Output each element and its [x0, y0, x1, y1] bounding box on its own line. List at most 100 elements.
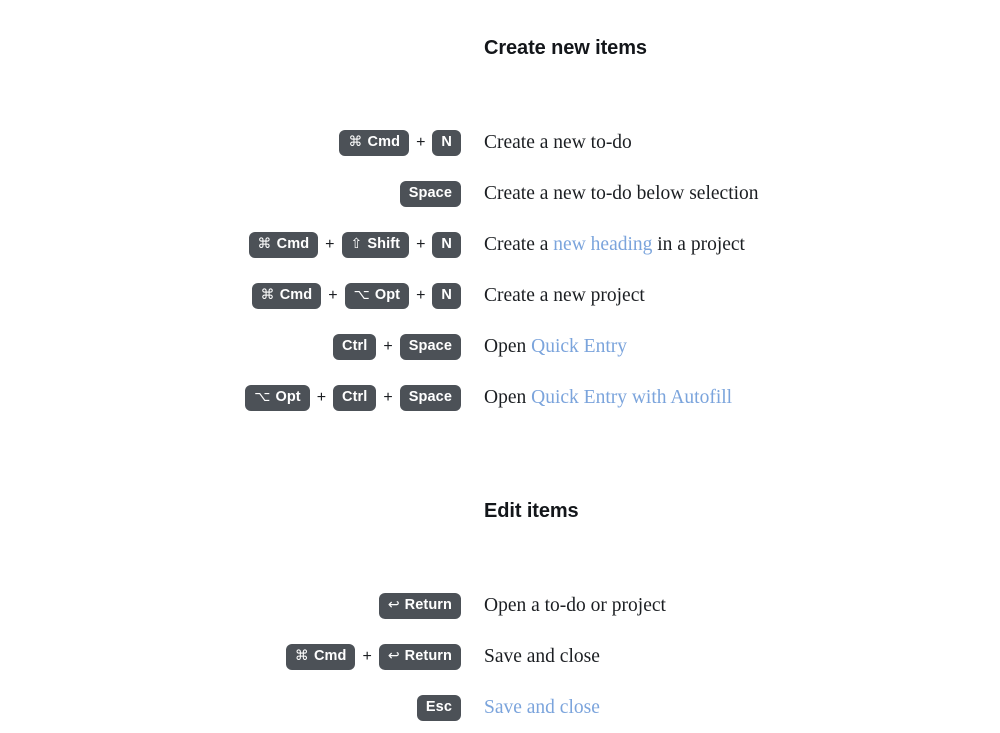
shortcut-key-combo: Space: [0, 180, 461, 207]
key-separator-plus: +: [328, 286, 338, 304]
keycap-label: N: [441, 235, 452, 252]
keycap[interactable]: ⌘ Cmd: [251, 282, 322, 309]
shortcut-key-combo: ⌘ Cmd + N: [0, 129, 461, 156]
keycap-label: N: [441, 133, 452, 150]
shortcut-row: Esc Save and close: [0, 682, 1000, 733]
shortcut-key-combo: ⌘ Cmd + ⇧ Shift + N: [0, 231, 461, 258]
option-key-icon: ⌥: [353, 287, 370, 303]
shortcut-description: Open a to-do or project: [461, 594, 1000, 618]
key-separator-plus: +: [316, 388, 327, 406]
shortcut-description-text: Create a: [484, 233, 554, 255]
key-separator-plus: +: [416, 235, 426, 253]
keycap[interactable]: ⇧ Shift: [341, 231, 410, 258]
keycap[interactable]: N: [432, 129, 461, 156]
option-key-icon: ⌥: [254, 389, 271, 405]
shortcut-key-combo: ↩ Return: [0, 592, 461, 619]
shortcut-key-combo: ⌘ Cmd + ⌥ Opt + N: [0, 282, 461, 309]
command-key-icon: ⌘: [260, 287, 275, 303]
shortcut-description: Create a new to-do: [461, 131, 1000, 155]
keycap[interactable]: ⌘ Cmd: [285, 643, 356, 670]
shortcut-description: Create a new to-do below selection: [461, 182, 1000, 206]
keycap[interactable]: ⌥ Opt: [245, 384, 310, 411]
section-heading: Create new items: [484, 37, 647, 59]
shortcut-description-text: Open a to-do or project: [484, 594, 666, 616]
shortcut-description-link[interactable]: new heading: [553, 234, 652, 255]
key-separator-plus: +: [325, 235, 335, 253]
keycap-label: Space: [408, 184, 452, 201]
shift-key-icon: ⇧: [350, 236, 363, 252]
keycap[interactable]: ↩ Return: [378, 592, 461, 619]
command-key-icon: ⌘: [294, 648, 309, 664]
shortcut-description-text: Create a new project: [484, 284, 645, 306]
shortcut-description: Save and close: [461, 645, 1000, 669]
keycap-label: Cmd: [279, 286, 313, 303]
keycap-label: Shift: [367, 235, 401, 252]
shortcuts-page: Create new items ⌘ Cmd + N Create a new to-do…: [0, 0, 1000, 732]
keycap-label: Opt: [374, 286, 401, 303]
keycap-label: Space: [408, 337, 452, 354]
section-heading: Edit items: [484, 500, 579, 522]
keycap-label: Return: [404, 596, 452, 613]
shortcut-key-combo: ⌥ Opt + Ctrl + Space: [0, 384, 461, 411]
shortcut-description-text: Save and close: [484, 645, 600, 667]
shortcut-row: Ctrl + Space Open Quick Entry: [0, 321, 1000, 372]
keycap-label: Space: [408, 388, 452, 405]
command-key-icon: ⌘: [257, 236, 272, 252]
shortcut-description-text: Create a new to-do: [484, 131, 632, 153]
key-separator-plus: +: [383, 337, 393, 355]
shortcut-row: ⌘ Cmd + ⇧ Shift + N Create a new heading in a p…: [0, 219, 1000, 270]
shortcut-row: Space Create a new to-do below selection: [0, 168, 1000, 219]
shortcut-row: ⌘ Cmd + ↩ Return Save and close: [0, 631, 1000, 682]
keycap-label: Cmd: [367, 133, 401, 150]
key-separator-plus: +: [383, 388, 393, 406]
keycap-label: Esc: [425, 698, 452, 715]
shortcut-row-list: ↩ Return Open a to-do or project ⌘ Cmd + ↩ Retu…: [0, 580, 1000, 733]
keycap[interactable]: N: [432, 231, 461, 258]
keycap[interactable]: ⌘ Cmd: [248, 231, 319, 258]
shortcut-description-text: Open: [484, 335, 532, 357]
shortcut-key-combo: Esc: [0, 694, 461, 721]
key-separator-plus: +: [362, 647, 372, 665]
keycap-label: Ctrl: [342, 337, 368, 354]
shortcut-description: Open Quick Entry: [461, 335, 1000, 359]
keycap-label: N: [441, 286, 452, 303]
shortcut-row: ⌥ Opt + Ctrl + Space Open Quick Entry with Aut…: [0, 372, 1000, 423]
shortcut-description-link[interactable]: Quick Entry with Autofill: [531, 387, 732, 408]
keycap-label: Cmd: [276, 235, 310, 252]
shortcut-row: ↩ Return Open a to-do or project: [0, 580, 1000, 631]
shortcut-key-combo: ⌘ Cmd + ↩ Return: [0, 643, 461, 670]
keycap[interactable]: Space: [399, 384, 461, 411]
keycap[interactable]: Ctrl: [333, 384, 377, 411]
key-separator-plus: +: [416, 133, 426, 151]
keycap-label: Cmd: [313, 647, 347, 664]
shortcut-key-combo: Ctrl + Space: [0, 333, 461, 360]
shortcut-description-link[interactable]: Quick Entry: [531, 336, 627, 357]
keycap[interactable]: ⌘ Cmd: [339, 129, 410, 156]
shortcut-description: Open Quick Entry with Autofill: [461, 386, 1000, 410]
keycap[interactable]: N: [432, 282, 461, 309]
keycap[interactable]: Space: [399, 180, 461, 207]
shortcut-row-list: ⌘ Cmd + N Create a new to-do Space Create a ne…: [0, 117, 1000, 423]
shortcut-description: Create a new project: [461, 284, 1000, 308]
keycap-label: Opt: [275, 388, 301, 405]
shortcut-description-text: Create a new to-do below selection: [484, 182, 759, 204]
shortcut-description-text: Open: [484, 386, 532, 408]
shortcut-section: Create new items ⌘ Cmd + N Create a new to-do…: [0, 36, 1000, 423]
keycap[interactable]: ↩ Return: [378, 643, 461, 670]
return-key-icon: ↩: [387, 597, 400, 613]
return-key-icon: ↩: [387, 648, 400, 664]
keycap[interactable]: Esc: [416, 694, 461, 721]
keycap[interactable]: ⌥ Opt: [344, 282, 410, 309]
key-separator-plus: +: [416, 286, 426, 304]
shortcut-description-text: in a project: [652, 233, 745, 255]
keycap[interactable]: Ctrl: [333, 333, 377, 360]
keycap-label: Ctrl: [342, 388, 368, 405]
keycap[interactable]: Space: [399, 333, 461, 360]
shortcut-row: ⌘ Cmd + N Create a new to-do: [0, 117, 1000, 168]
shortcut-description-link[interactable]: Save and close: [484, 697, 600, 718]
command-key-icon: ⌘: [348, 134, 363, 150]
shortcut-description: Save and close: [461, 696, 1000, 720]
shortcut-section: Edit items ↩ Return Open a to-do or project…: [0, 499, 1000, 733]
keycap-label: Return: [404, 647, 452, 664]
shortcut-row: ⌘ Cmd + ⌥ Opt + N Create a new project: [0, 270, 1000, 321]
